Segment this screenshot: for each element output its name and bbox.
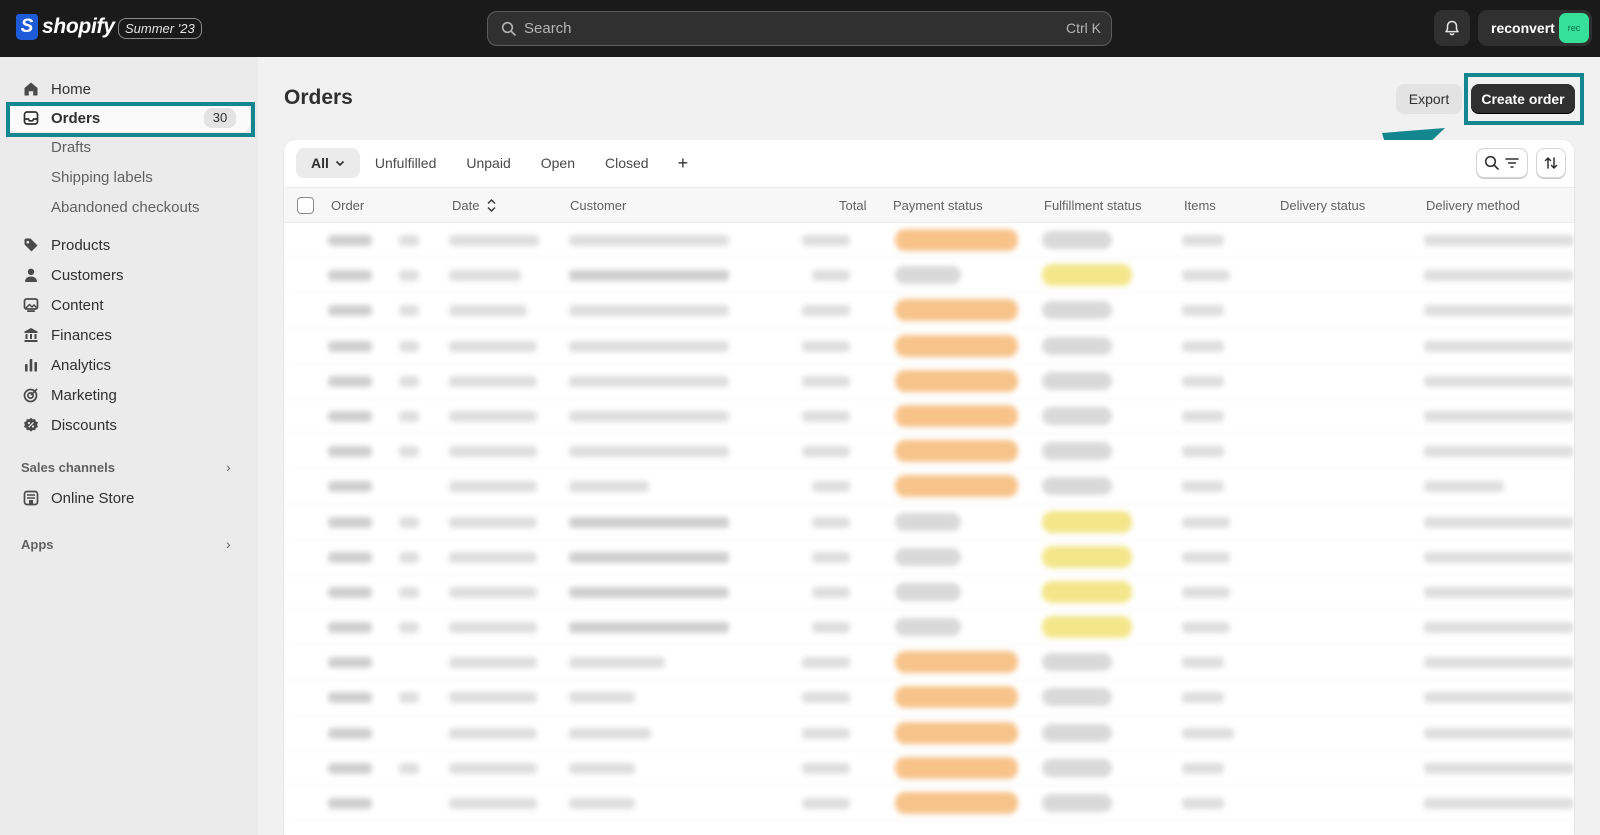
create-order-highlight-box	[1464, 73, 1584, 125]
table-row[interactable]	[284, 364, 1574, 399]
column-items[interactable]: Items	[1184, 198, 1216, 213]
table-row[interactable]	[284, 293, 1574, 329]
orders-rows	[284, 223, 1574, 822]
shopify-logo[interactable]: S shopify	[16, 14, 115, 40]
sidebar-item-label: Home	[51, 80, 92, 98]
sort-icon	[1544, 157, 1558, 169]
tag-icon	[22, 236, 40, 254]
account-name: reconvert	[1491, 20, 1555, 36]
sidebar-item-label: Content	[51, 296, 104, 314]
column-order[interactable]: Order	[331, 198, 364, 213]
table-row[interactable]	[284, 329, 1574, 364]
tab-unfulfilled[interactable]: Unfulfilled	[360, 148, 451, 178]
avatar: rec	[1559, 13, 1589, 43]
search-shortcut: Ctrl K	[1066, 20, 1101, 36]
search-icon	[501, 21, 516, 36]
view-tabs: All Unfulfilled Unpaid Open Closed +	[296, 148, 702, 178]
sidebar-item-abandoned-checkouts[interactable]: Abandoned checkouts	[51, 199, 199, 216]
table-row[interactable]	[284, 540, 1574, 575]
table-row[interactable]	[284, 716, 1574, 751]
sidebar-item-finances[interactable]: Finances	[8, 321, 250, 349]
sidebar-item-label: Online Store	[51, 489, 135, 507]
table-row[interactable]	[284, 469, 1574, 505]
sort-arrows-icon	[487, 199, 496, 212]
table-row[interactable]	[284, 258, 1574, 294]
table-row[interactable]	[284, 223, 1574, 259]
table-row[interactable]	[284, 505, 1574, 540]
orders-table-card: All Unfulfilled Unpaid Open Closed + Ord…	[284, 140, 1574, 835]
person-icon	[22, 266, 40, 284]
tab-closed[interactable]: Closed	[590, 148, 664, 178]
sidebar-item-label: Marketing	[51, 386, 117, 404]
sales-channels-heading[interactable]: Sales channels	[21, 460, 115, 475]
brand-name: shopify	[42, 15, 115, 38]
account-menu[interactable]: reconvert rec	[1478, 10, 1592, 46]
search-input[interactable]: Search Ctrl K	[487, 11, 1112, 46]
tab-all[interactable]: All	[296, 148, 360, 178]
table-row[interactable]	[284, 751, 1574, 786]
column-customer[interactable]: Customer	[570, 198, 626, 213]
column-delivery-method[interactable]: Delivery method	[1426, 198, 1520, 213]
table-row[interactable]	[284, 434, 1574, 470]
home-icon	[22, 80, 40, 98]
tab-open[interactable]: Open	[526, 148, 590, 178]
image-icon	[22, 296, 40, 314]
search-icon	[1484, 155, 1499, 170]
table-row[interactable]	[284, 399, 1574, 435]
column-total[interactable]: Total	[839, 198, 866, 213]
chevron-right-icon[interactable]: ›	[226, 536, 231, 552]
bank-icon	[22, 326, 40, 344]
orders-highlight-box	[6, 102, 255, 137]
sidebar-item-label: Finances	[51, 326, 112, 344]
tab-unpaid[interactable]: Unpaid	[451, 148, 525, 178]
sidebar-item-content[interactable]: Content	[8, 291, 250, 319]
column-date[interactable]: Date	[452, 198, 496, 213]
column-delivery-status[interactable]: Delivery status	[1280, 198, 1365, 213]
table-row[interactable]	[284, 645, 1574, 681]
target-icon	[22, 386, 40, 404]
chevron-down-icon	[335, 160, 344, 167]
table-row[interactable]	[284, 575, 1574, 611]
table-header: Order Date Customer Total Payment status…	[284, 187, 1574, 223]
sidebar-item-discounts[interactable]: Discounts	[8, 411, 250, 439]
table-row[interactable]	[284, 610, 1574, 646]
filter-icon	[1505, 158, 1519, 168]
sidebar-item-label: Analytics	[51, 356, 112, 374]
sidebar-item-marketing[interactable]: Marketing	[8, 381, 250, 409]
sidebar-item-label: Customers	[51, 266, 124, 284]
sort-button[interactable]	[1536, 148, 1566, 178]
discount-icon	[22, 416, 40, 434]
apps-heading[interactable]: Apps	[21, 537, 54, 552]
search-filter-button[interactable]	[1476, 148, 1528, 178]
sidebar: Home Orders 30 Drafts Shipping labels Ab…	[0, 57, 258, 835]
table-row[interactable]	[284, 680, 1574, 716]
sidebar-item-drafts[interactable]: Drafts	[51, 139, 91, 156]
sidebar-item-home[interactable]: Home	[8, 75, 250, 103]
sidebar-item-products[interactable]: Products	[8, 231, 250, 259]
bell-icon	[1445, 20, 1459, 36]
store-icon	[22, 489, 40, 507]
edition-badge: Summer '23	[118, 18, 202, 39]
chevron-right-icon[interactable]: ›	[226, 459, 231, 475]
shopify-bag-icon: S	[16, 14, 38, 40]
top-bar: S shopify Summer '23 Search Ctrl K recon…	[0, 0, 1600, 57]
add-view-button[interactable]: +	[664, 148, 703, 178]
notifications-button[interactable]	[1434, 10, 1470, 46]
column-fulfillment-status[interactable]: Fulfillment status	[1044, 198, 1142, 213]
sidebar-item-label: Products	[51, 236, 111, 254]
sidebar-item-label: Discounts	[51, 416, 117, 434]
sidebar-item-analytics[interactable]: Analytics	[8, 351, 250, 379]
bar-chart-icon	[22, 356, 40, 374]
select-all-checkbox[interactable]	[297, 197, 314, 214]
sidebar-item-customers[interactable]: Customers	[8, 261, 250, 289]
table-row[interactable]	[284, 786, 1574, 822]
sidebar-item-shipping-labels[interactable]: Shipping labels	[51, 169, 153, 186]
search-placeholder: Search	[524, 20, 572, 37]
page-title: Orders	[284, 86, 353, 109]
sidebar-item-online-store[interactable]: Online Store	[8, 484, 250, 512]
column-payment-status[interactable]: Payment status	[893, 198, 983, 213]
